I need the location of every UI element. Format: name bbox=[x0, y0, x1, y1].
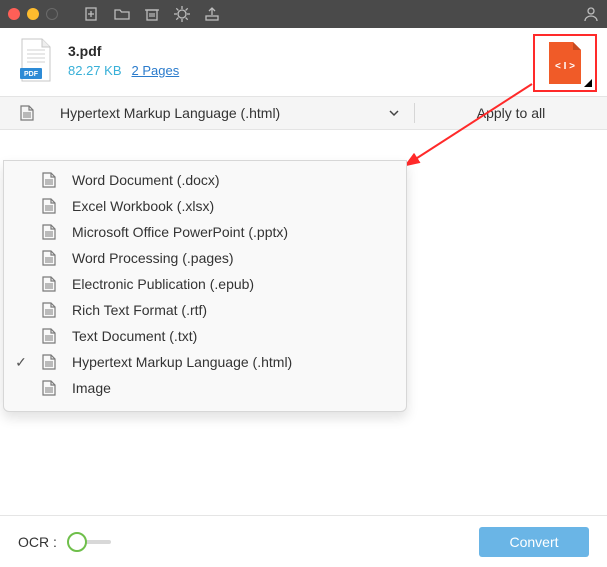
folder-icon[interactable] bbox=[114, 6, 130, 22]
minimize-window-button[interactable] bbox=[27, 8, 39, 20]
gear-icon[interactable] bbox=[174, 6, 190, 22]
dropdown-item[interactable]: Image bbox=[4, 375, 406, 401]
footer: OCR : Convert bbox=[0, 515, 607, 567]
dropdown-item[interactable]: Microsoft Office PowerPoint (.pptx) bbox=[4, 219, 406, 245]
ocr-toggle[interactable] bbox=[67, 532, 111, 552]
dropdown-item[interactable]: Rich Text Format (.rtf) bbox=[4, 297, 406, 323]
dropdown-item[interactable]: Electronic Publication (.epub) bbox=[4, 271, 406, 297]
apply-to-all-label: Apply to all bbox=[477, 105, 545, 121]
dropdown-item-label: Text Document (.txt) bbox=[72, 328, 197, 344]
dropdown-item-label: Hypertext Markup Language (.html) bbox=[72, 354, 292, 370]
apply-to-all-button[interactable]: Apply to all bbox=[415, 97, 607, 129]
dropdown-item-label: Electronic Publication (.epub) bbox=[72, 276, 254, 292]
file-type-icon bbox=[42, 276, 58, 292]
file-type-icon bbox=[42, 198, 58, 214]
file-type-icon bbox=[42, 380, 58, 396]
convert-button[interactable]: Convert bbox=[479, 527, 589, 557]
format-select-bar: Hypertext Markup Language (.html) Apply … bbox=[0, 96, 607, 130]
file-type-icon bbox=[42, 224, 58, 240]
svg-text:< I >: < I > bbox=[555, 61, 575, 72]
file-type-icon bbox=[42, 328, 58, 344]
dropdown-item[interactable]: Word Processing (.pages) bbox=[4, 245, 406, 271]
format-dropdown: Word Document (.docx) Excel Workbook (.xl… bbox=[3, 160, 407, 412]
ocr-label: OCR : bbox=[18, 534, 57, 550]
window-controls bbox=[8, 8, 58, 20]
dropdown-item-label: Word Document (.docx) bbox=[72, 172, 220, 188]
export-icon[interactable] bbox=[204, 6, 220, 22]
output-format-thumb[interactable]: < I > bbox=[533, 34, 597, 92]
zoom-window-button[interactable] bbox=[46, 8, 58, 20]
file-size: 82.27 KB bbox=[68, 63, 122, 78]
file-row: PDF 3.pdf 82.27 KB 2 Pages bbox=[0, 28, 607, 88]
svg-text:PDF: PDF bbox=[24, 71, 39, 78]
check-icon: ✓ bbox=[14, 354, 28, 371]
file-type-icon bbox=[42, 302, 58, 318]
pdf-file-icon: PDF bbox=[18, 38, 54, 82]
dropdown-item-label: Rich Text Format (.rtf) bbox=[72, 302, 207, 318]
format-selected-label: Hypertext Markup Language (.html) bbox=[60, 105, 280, 121]
format-select[interactable]: Hypertext Markup Language (.html) bbox=[54, 97, 414, 129]
dropdown-item-label: Excel Workbook (.xlsx) bbox=[72, 198, 214, 214]
dropdown-item[interactable]: Word Document (.docx) bbox=[4, 167, 406, 193]
add-file-icon[interactable] bbox=[84, 6, 100, 22]
pages-link[interactable]: 2 Pages bbox=[132, 63, 180, 78]
file-type-icon bbox=[42, 250, 58, 266]
main-content: PDF 3.pdf 82.27 KB 2 Pages < I > bbox=[0, 28, 607, 567]
dropdown-item-label: Image bbox=[72, 380, 111, 396]
format-file-icon bbox=[0, 97, 54, 129]
titlebar bbox=[0, 0, 607, 28]
file-name: 3.pdf bbox=[68, 43, 179, 59]
chevron-down-icon bbox=[388, 107, 400, 119]
dropdown-item-label: Word Processing (.pages) bbox=[72, 250, 234, 266]
close-window-button[interactable] bbox=[8, 8, 20, 20]
dropdown-item[interactable]: ✓ Hypertext Markup Language (.html) bbox=[4, 349, 406, 375]
file-type-icon bbox=[42, 354, 58, 370]
dropdown-item-label: Microsoft Office PowerPoint (.pptx) bbox=[72, 224, 288, 240]
dropdown-item[interactable]: Excel Workbook (.xlsx) bbox=[4, 193, 406, 219]
file-type-icon bbox=[42, 172, 58, 188]
dropdown-item[interactable]: Text Document (.txt) bbox=[4, 323, 406, 349]
account-icon[interactable] bbox=[583, 6, 599, 22]
trash-icon[interactable] bbox=[144, 6, 160, 22]
